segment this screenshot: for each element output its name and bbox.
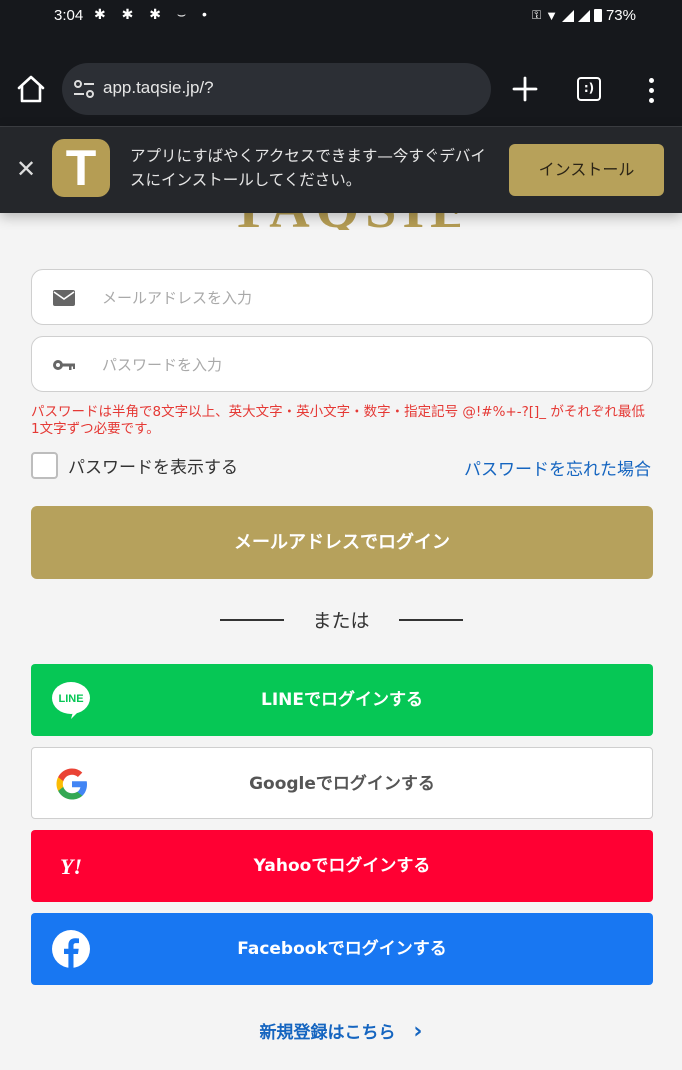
install-banner: ✕ T アプリにすばやくアクセスできます—今すぐデバイスにインストールしてくださ… — [0, 126, 682, 213]
vpn-key-icon: ⚿ — [531, 8, 542, 22]
app-icon: T — [52, 139, 110, 197]
install-banner-message: アプリにすばやくアクセスできます—今すぐデバイスにインストールしてください。 — [130, 147, 486, 189]
google-login-label: Googleでログインする — [249, 774, 435, 794]
new-tab-button[interactable] — [511, 75, 539, 103]
line-login-label: LINEでログインする — [261, 690, 423, 710]
google-icon — [56, 768, 87, 800]
svg-text:Y!: Y! — [60, 854, 82, 879]
google-login-button[interactable]: Googleでログインする — [31, 747, 653, 819]
overflow-menu-button[interactable] — [643, 76, 659, 104]
line-icon: LINE — [52, 682, 90, 719]
plus-icon — [512, 76, 538, 102]
password-field[interactable] — [31, 336, 653, 392]
chevron-right-icon: › — [413, 1019, 423, 1044]
svg-text:LINE: LINE — [58, 693, 83, 705]
divider-line-right — [399, 619, 463, 621]
signal-icon — [561, 9, 574, 22]
site-settings-icon[interactable] — [72, 77, 96, 101]
show-password-checkbox[interactable] — [31, 451, 58, 479]
home-button[interactable] — [14, 72, 48, 106]
yahoo-login-label: Yahooでログインする — [253, 856, 431, 876]
or-label: または — [312, 610, 370, 632]
status-time: 3:04 — [54, 7, 84, 24]
close-icon[interactable]: ✕ — [14, 157, 38, 181]
password-rule-text: パスワードは半角で8文字以上、英大文字・英小文字・数字・指定記号 @!#%+-?… — [31, 404, 645, 437]
url-text[interactable]: app.taqsie.jp/? — [103, 78, 214, 98]
install-button[interactable]: インストール — [509, 144, 664, 196]
yahoo-icon: Y! — [60, 854, 82, 879]
divider-line-left — [220, 619, 284, 621]
key-icon — [53, 360, 75, 370]
email-field[interactable] — [31, 269, 653, 325]
show-password-label[interactable]: パスワードを表示する — [68, 453, 238, 478]
email-input[interactable] — [102, 282, 632, 314]
tab-switcher-button[interactable]: :) — [577, 77, 601, 101]
line-login-button[interactable]: LINE LINEでログインする — [31, 664, 653, 736]
battery-percent: 73% — [605, 7, 636, 24]
facebook-login-label: Facebookでログインする — [237, 939, 447, 959]
facebook-icon — [52, 930, 90, 968]
battery-icon — [593, 9, 602, 22]
notification-icons: ✱ ✱ ✱ ⌣ • — [94, 6, 213, 22]
yahoo-login-button[interactable]: Y! Yahooでログインする — [31, 830, 653, 902]
forgot-password-link[interactable]: パスワードを忘れた場合 — [464, 455, 651, 480]
browser-toolbar: app.taqsie.jp/? :) — [0, 40, 682, 126]
signup-link[interactable]: 新規登録はこちら › — [0, 1018, 682, 1044]
wifi-icon: ▼ — [545, 8, 558, 23]
facebook-login-button[interactable]: Facebookでログインする — [31, 913, 653, 985]
signup-label[interactable]: 新規登録はこちら — [260, 1023, 396, 1043]
show-password-toggle[interactable]: パスワードを表示する — [31, 451, 238, 479]
or-divider: または — [0, 606, 682, 634]
email-login-button[interactable]: メールアドレスでログイン — [31, 506, 653, 579]
home-icon — [17, 75, 45, 103]
status-bar: 3:04 ✱ ✱ ✱ ⌣ • ⚿ ▼ 73% — [0, 0, 682, 40]
mail-icon — [53, 290, 75, 306]
url-bar[interactable]: app.taqsie.jp/? — [62, 63, 491, 115]
password-input[interactable] — [102, 349, 632, 381]
status-indicators: ⚿ ▼ 73% — [532, 7, 636, 24]
signal-icon-2 — [577, 9, 590, 22]
